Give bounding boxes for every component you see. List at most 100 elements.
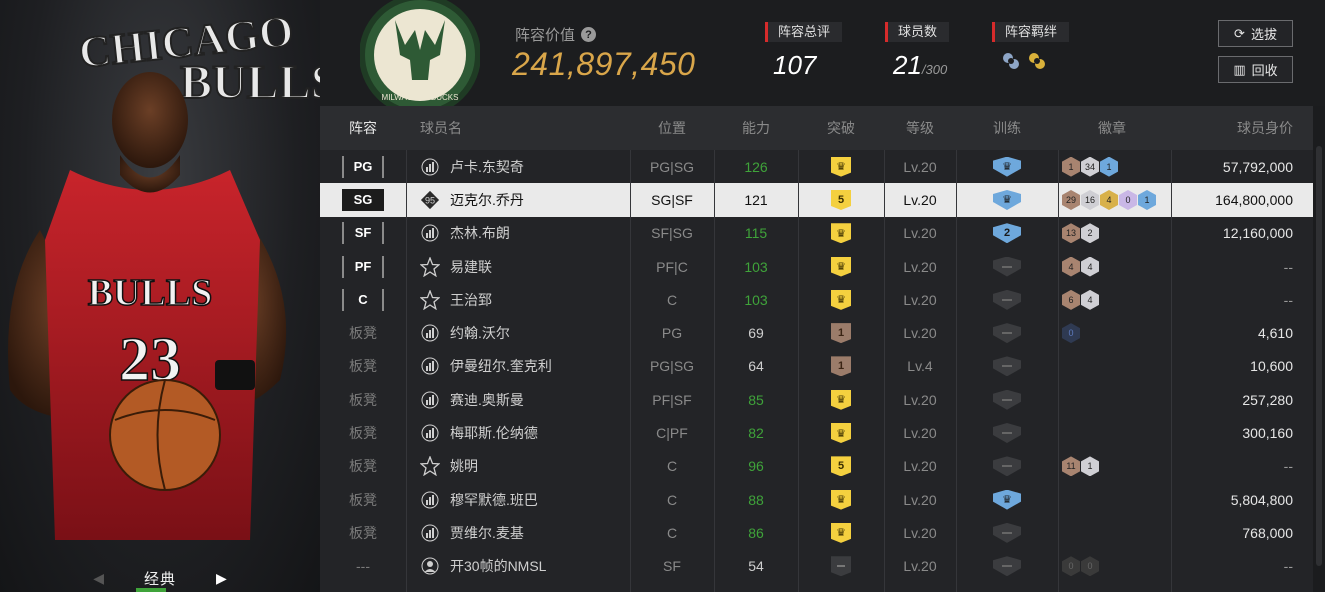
player-level: Lv.20 <box>903 291 937 308</box>
col-breakthrough[interactable]: 突破 <box>798 118 884 138</box>
player-position: PG|SG <box>649 358 695 375</box>
scrollbar[interactable] <box>1313 106 1325 592</box>
breakthrough-crown-icon[interactable]: ♛ <box>831 389 851 410</box>
breakthrough-crown-icon[interactable]: ♛ <box>831 423 851 444</box>
badge-hex-icon[interactable]: 0 <box>1062 323 1080 344</box>
badge-hex-icon[interactable]: 16 <box>1081 189 1099 210</box>
player-position: SG|SF <box>651 191 693 208</box>
player-name-cell: 伊曼纽尔.奎克利 <box>406 356 630 376</box>
bond-icon-2[interactable] <box>1026 50 1048 72</box>
training-shield-icon[interactable] <box>993 423 1021 444</box>
badge-hex-icon[interactable]: 13 <box>1062 223 1080 244</box>
col-badges[interactable]: 徽章 <box>1058 118 1171 138</box>
column-divider <box>630 150 631 592</box>
table-row[interactable]: 板凳 约翰.沃尔 PG 69 1 Lv.20 0 4,610 <box>320 316 1313 349</box>
badge-hex-icon[interactable]: 1 <box>1062 156 1080 177</box>
breakthrough-crown-icon[interactable]: 1 <box>831 356 851 377</box>
table-row[interactable]: 板凳 贾维尔.麦基 C 86 ♛ Lv.20 768,000 <box>320 516 1313 549</box>
table-row[interactable]: SF 杰林.布朗 SF|SG 115 ♛ Lv.20 2 13 2 12,160,000 <box>320 217 1313 250</box>
badge-hex-icon[interactable]: 1 <box>1081 456 1099 477</box>
badge-hex-icon[interactable]: 29 <box>1062 189 1080 210</box>
scroll-thumb[interactable] <box>1316 146 1322 566</box>
training-shield-icon[interactable]: ♛ <box>993 489 1021 510</box>
table-row[interactable]: PF 易建联 PF|C 103 ♛ Lv.20 4 4 -- <box>320 250 1313 283</box>
breakthrough-crown-icon[interactable]: ♛ <box>831 489 851 510</box>
training-shield-icon[interactable] <box>993 389 1021 410</box>
breakthrough-crown-icon[interactable] <box>831 556 851 577</box>
lineup-slot-tag: --- <box>356 558 370 575</box>
player-value: 768,000 <box>1242 524 1293 541</box>
badge-hex-icon[interactable]: 11 <box>1062 456 1080 477</box>
help-icon[interactable]: ? <box>581 27 597 42</box>
col-player-name[interactable]: 球员名 <box>406 118 630 138</box>
table-row[interactable]: --- 开30帧的NMSL SF 54 Lv.20 0 0 -- <box>320 550 1313 583</box>
badge-hex-icon[interactable]: 6 <box>1062 289 1080 310</box>
breakthrough-cell: 5 <box>798 456 884 477</box>
col-player-value[interactable]: 球员身价 <box>1171 118 1313 138</box>
badge-hex-icon[interactable]: 0 <box>1119 189 1137 210</box>
training-shield-icon[interactable]: ♛ <box>993 189 1021 210</box>
training-shield-icon[interactable] <box>993 289 1021 310</box>
table-row[interactable]: 板凳 穆罕默德.班巴 C 88 ♛ Lv.20 ♛ 5,804,800 <box>320 483 1313 516</box>
breakthrough-crown-icon[interactable]: 5 <box>831 456 851 477</box>
lineup-slot: --- <box>320 558 406 574</box>
training-shield-icon[interactable] <box>993 256 1021 277</box>
table-row[interactable]: 板凳 伊曼纽尔.奎克利 PG|SG 64 1 Lv.4 10,600 <box>320 350 1313 383</box>
training-cell <box>956 323 1058 344</box>
team-logo-icon: MILWAUKEE BUCKS <box>360 0 480 106</box>
lineup-slot: 板凳 <box>320 390 406 410</box>
breakthrough-crown-icon[interactable]: 5 <box>831 189 851 210</box>
table-row[interactable]: PG 卢卡.东契奇 PG|SG 126 ♛ Lv.20 ♛ 1 34 1 57,792,000 <box>320 150 1313 183</box>
training-shield-icon[interactable] <box>993 356 1021 377</box>
recycle-button[interactable]: ▥ 回收 <box>1218 56 1293 83</box>
col-training[interactable]: 训练 <box>956 118 1058 138</box>
training-shield-icon[interactable]: 2 <box>993 223 1021 244</box>
badge-hex-icon[interactable]: 4 <box>1081 289 1099 310</box>
training-cell <box>956 389 1058 410</box>
badge-hex-icon[interactable]: 1 <box>1138 189 1156 210</box>
col-lineup[interactable]: 阵容 <box>320 118 406 138</box>
player-level: Lv.20 <box>903 225 937 242</box>
training-shield-icon[interactable]: ♛ <box>993 156 1021 177</box>
player-card-panel: CHICAGO BULLS BULLS 23 ◀ 经典 ▶ <box>0 0 320 592</box>
lineup-slot-tag: PG <box>342 155 384 178</box>
training-shield-icon[interactable] <box>993 456 1021 477</box>
badge-hex-icon[interactable]: 1 <box>1100 156 1118 177</box>
player-name-cell: 95 迈克尔.乔丹 <box>406 190 630 210</box>
badge-hex-icon[interactable]: 4 <box>1100 189 1118 210</box>
player-value: 164,800,000 <box>1215 191 1293 208</box>
badge-hex-icon[interactable]: 4 <box>1081 256 1099 277</box>
training-shield-icon[interactable] <box>993 323 1021 344</box>
training-cell <box>956 356 1058 377</box>
bond-icon-1[interactable] <box>1000 50 1022 72</box>
player-position: C <box>666 491 678 508</box>
breakthrough-crown-icon[interactable]: ♛ <box>831 223 851 244</box>
lineup-bond-label: 阵容羁绊 <box>992 22 1070 42</box>
prev-card-arrow-icon[interactable]: ◀ <box>93 570 104 587</box>
table-row[interactable]: 板凳 姚明 C 96 5 Lv.20 11 1 -- <box>320 450 1313 483</box>
training-shield-icon[interactable] <box>993 522 1021 543</box>
lineup-slot-tag: 板凳 <box>349 358 377 375</box>
col-level[interactable]: 等级 <box>884 118 956 138</box>
table-row[interactable]: 板凳 赛迪.奥斯曼 PF|SF 85 ♛ Lv.20 257,280 <box>320 383 1313 416</box>
breakthrough-crown-icon[interactable]: ♛ <box>831 289 851 310</box>
breakthrough-crown-icon[interactable]: ♛ <box>831 256 851 277</box>
badge-hex-icon[interactable]: 0 <box>1081 556 1099 577</box>
breakthrough-crown-icon[interactable]: ♛ <box>831 522 851 543</box>
table-row[interactable]: 板凳 梅耶斯.伦纳德 C|PF 82 ♛ Lv.20 300,160 <box>320 416 1313 449</box>
breakthrough-crown-icon[interactable]: ♛ <box>831 156 851 177</box>
badge-hex-icon[interactable]: 4 <box>1062 256 1080 277</box>
table-row[interactable]: C 王治郅 C 103 ♛ Lv.20 6 4 -- <box>320 283 1313 316</box>
badge-hex-icon[interactable]: 2 <box>1081 223 1099 244</box>
training-shield-icon[interactable] <box>993 556 1021 577</box>
next-card-arrow-icon[interactable]: ▶ <box>216 570 227 587</box>
col-position[interactable]: 位置 <box>630 118 714 138</box>
badge-hex-icon[interactable]: 34 <box>1081 156 1099 177</box>
breakthrough-crown-icon[interactable]: 1 <box>831 323 851 344</box>
select-button[interactable]: ⟳ 选拔 <box>1218 20 1293 47</box>
player-value: -- <box>1283 558 1293 575</box>
badge-hex-icon[interactable]: 0 <box>1062 556 1080 577</box>
col-ability[interactable]: 能力 <box>714 118 798 138</box>
table-row[interactable]: SG 95 迈克尔.乔丹 SG|SF 121 5 Lv.20 ♛ 29 16 4 0 1 164,800,… <box>320 183 1313 217</box>
player-count-label: 球员数 <box>885 22 950 42</box>
